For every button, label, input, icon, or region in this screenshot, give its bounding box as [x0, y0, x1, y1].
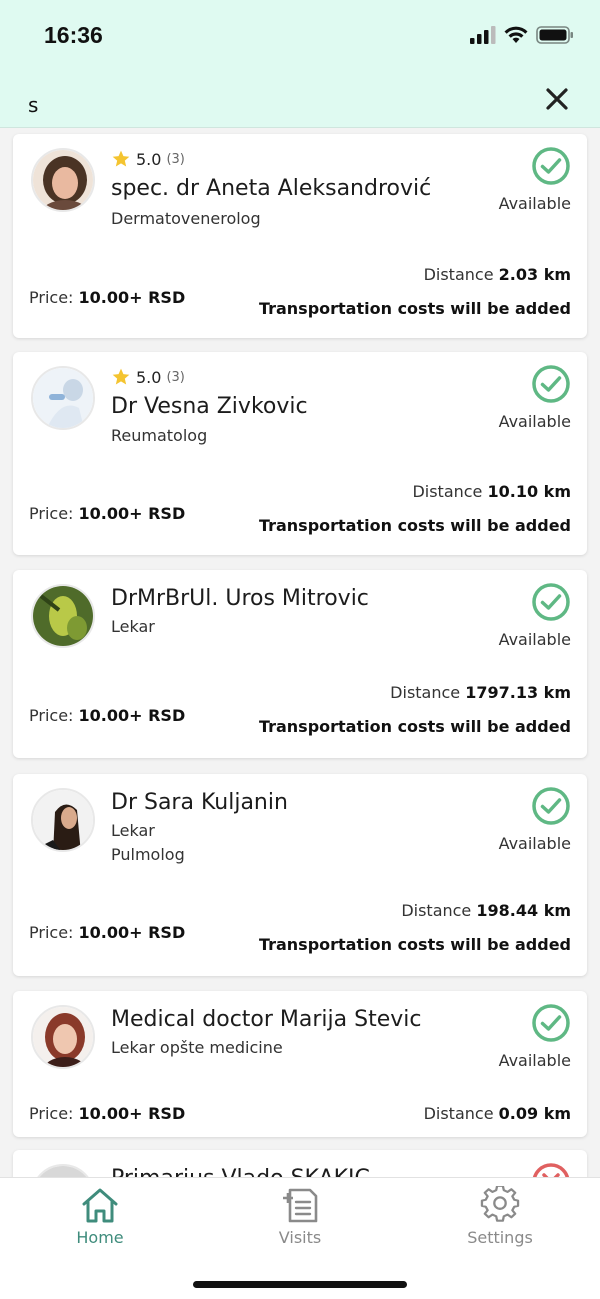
price-label: Price:: [29, 504, 74, 523]
unavailable-icon: [531, 1162, 571, 1178]
specialty: Pulmolog: [111, 845, 185, 864]
home-indicator: [193, 1281, 407, 1288]
price-label: Price:: [29, 923, 74, 942]
close-button[interactable]: [540, 82, 574, 116]
available-check-icon: [531, 1003, 571, 1043]
specialty: Lekar opšte medicine: [111, 1038, 283, 1057]
rating-value: 5.0: [136, 367, 162, 387]
distance: Distance 2.03 km: [424, 265, 571, 284]
distance-label: Distance: [423, 265, 494, 284]
price-value: 10.00+ RSD: [78, 706, 186, 725]
availability-status: Available: [498, 194, 571, 213]
status-icons: [470, 26, 574, 44]
doctor-card[interactable]: Primarius Vlado SKAKIC: [13, 1150, 587, 1178]
avatar: [31, 788, 95, 852]
transport-note: Transportation costs will be added: [258, 935, 571, 954]
nav-visits-label: Visits: [278, 1228, 322, 1247]
doctor-list[interactable]: 5.0 (3) spec. dr Aneta Aleksandrović Der…: [0, 128, 600, 1178]
distance: Distance 1797.13 km: [390, 683, 571, 702]
doctor-name: Medical doctor Marija Stevic: [111, 1007, 422, 1032]
transport-note: Transportation costs will be added: [258, 516, 571, 535]
doctor-card[interactable]: 5.0 (3) Dr Vesna Zivkovic Reumatolog Ava…: [13, 352, 587, 555]
search-input[interactable]: [28, 88, 508, 122]
availability-status: Available: [498, 834, 571, 853]
distance-label: Distance: [390, 683, 461, 702]
availability-status: Available: [498, 412, 571, 431]
distance-label: Distance: [423, 1104, 494, 1123]
doctor-name: Dr Vesna Zivkovic: [111, 394, 308, 419]
doctor-card[interactable]: Dr Sara Kuljanin Lekar Pulmolog Availabl…: [13, 774, 587, 976]
transport-note: Transportation costs will be added: [258, 299, 571, 318]
price: Price: 10.00+ RSD: [29, 288, 185, 307]
battery-icon: [536, 26, 573, 44]
distance: Distance 10.10 km: [412, 482, 571, 501]
specialty: Reumatolog: [111, 426, 208, 445]
distance-value: 10.10 km: [487, 482, 572, 501]
price-value: 10.00+ RSD: [78, 504, 186, 523]
header: 16:36: [0, 0, 600, 128]
price-label: Price:: [29, 1104, 74, 1123]
avatar: [31, 1164, 95, 1178]
rating: 5.0 (3): [111, 366, 185, 388]
price: Price: 10.00+ RSD: [29, 504, 185, 523]
price-value: 10.00+ RSD: [78, 288, 186, 307]
price-value: 10.00+ RSD: [78, 923, 186, 942]
nav-settings[interactable]: Settings: [440, 1186, 560, 1247]
available-check-icon: [531, 364, 571, 404]
price: Price: 10.00+ RSD: [29, 706, 185, 725]
rating-value: 5.0: [136, 149, 162, 169]
distance-value: 198.44 km: [476, 901, 571, 920]
wifi-icon: [504, 26, 528, 43]
doctor-card[interactable]: DrMrBrUl. Uros Mitrovic Lekar Available …: [13, 570, 587, 758]
distance-value: 0.09 km: [498, 1104, 571, 1123]
nav-home-label: Home: [76, 1228, 124, 1247]
price-label: Price:: [29, 706, 74, 725]
doctor-name: spec. dr Aneta Aleksandrović: [111, 176, 432, 201]
distance: Distance 198.44 km: [401, 901, 571, 920]
nav-visits[interactable]: Visits: [240, 1186, 360, 1247]
home-icon: [82, 1188, 118, 1223]
avatar: [31, 1005, 95, 1069]
star-icon: [112, 368, 130, 385]
price: Price: 10.00+ RSD: [29, 923, 185, 942]
available-check-icon: [531, 786, 571, 826]
signal-icon: [470, 26, 496, 44]
price-value: 10.00+ RSD: [78, 1104, 186, 1123]
distance-label: Distance: [412, 482, 483, 501]
avatar: [31, 584, 95, 648]
nav-home[interactable]: Home: [40, 1186, 160, 1247]
avatar: [31, 366, 95, 430]
availability-status: Available: [498, 630, 571, 649]
distance-label: Distance: [401, 901, 472, 920]
available-check-icon: [531, 582, 571, 622]
rating: 5.0 (3): [111, 148, 185, 170]
avatar: [31, 148, 95, 212]
specialty: Dermatovenerolog: [111, 209, 261, 228]
available-check-icon: [531, 146, 571, 186]
distance: Distance 0.09 km: [424, 1104, 571, 1123]
price: Price: 10.00+ RSD: [29, 1104, 185, 1123]
gear-icon: [480, 1186, 520, 1222]
close-icon: [546, 88, 568, 110]
nav-settings-label: Settings: [467, 1228, 533, 1247]
visits-icon: [283, 1188, 318, 1223]
specialty: Lekar: [111, 821, 155, 840]
bottom-nav: Home Visits Settings: [0, 1177, 600, 1299]
doctor-card[interactable]: 5.0 (3) spec. dr Aneta Aleksandrović Der…: [13, 134, 587, 338]
status-time: 16:36: [44, 22, 103, 48]
price-label: Price:: [29, 288, 74, 307]
star-icon: [112, 150, 130, 167]
doctor-name: DrMrBrUl. Uros Mitrovic: [111, 586, 369, 611]
distance-value: 1797.13 km: [465, 683, 571, 702]
distance-value: 2.03 km: [498, 265, 571, 284]
transport-note: Transportation costs will be added: [258, 717, 571, 736]
doctor-card[interactable]: Medical doctor Marija Stevic Lekar opšte…: [13, 991, 587, 1137]
specialty: Lekar: [111, 617, 155, 636]
doctor-name: Dr Sara Kuljanin: [111, 790, 288, 815]
rating-count: (3): [166, 151, 185, 167]
rating-count: (3): [166, 369, 185, 385]
availability-status: Available: [498, 1051, 571, 1070]
